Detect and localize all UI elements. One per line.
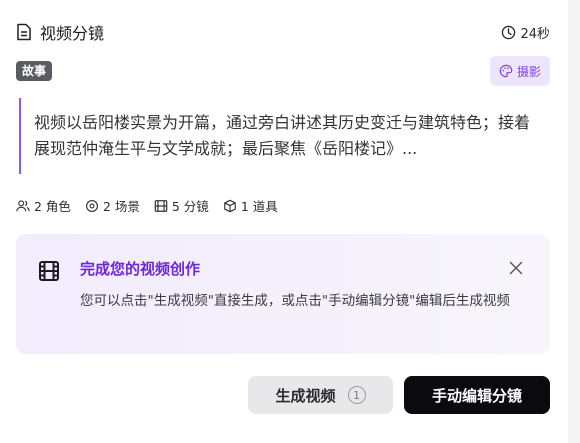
tag-row: 故事 摄影 (16, 56, 550, 86)
completion-notice: 完成您的视频创作 您可以点击"生成视频"直接生成，或点击"手动编辑分镜"编辑后生… (16, 234, 550, 354)
card-header: 视频分镜 24秒 (16, 20, 550, 44)
summary-text: 视频以岳阳楼实景为开篇，通过旁白讲述其历史变迁与建筑特色；接着展现范仲淹生平与文… (34, 113, 531, 158)
document-icon (16, 23, 32, 41)
close-icon[interactable] (508, 260, 524, 276)
film-icon (38, 260, 60, 282)
palette-icon (499, 64, 513, 78)
duration-label: 24秒 (501, 23, 550, 42)
style-tag-label: 摄影 (516, 64, 541, 79)
stat-props: 1 道具 (223, 196, 278, 215)
stat-scenes-label: 2 场景 (102, 199, 140, 214)
stats-row: 2 角色 2 场景 5 分镜 1 道具 (16, 196, 292, 215)
manual-edit-button[interactable]: 手动编辑分镜 (404, 376, 550, 414)
category-tag: 故事 (16, 61, 53, 81)
people-icon (16, 199, 30, 213)
stat-scenes: 2 场景 (85, 196, 140, 215)
notice-title: 完成您的视频创作 (80, 260, 201, 278)
clock-icon (501, 25, 516, 40)
stat-props-label: 1 道具 (240, 199, 278, 214)
notice-text: 您可以点击"生成视频"直接生成，或点击"手动编辑分镜"编辑后生成视频 (80, 293, 510, 309)
stat-shots-label: 5 分镜 (171, 199, 209, 214)
stat-shots: 5 分镜 (154, 196, 209, 215)
video-summary: 视频以岳阳楼实景为开篇，通过旁白讲述其历史变迁与建筑特色；接着展现范仲淹生平与文… (19, 98, 534, 174)
card-title: 视频分镜 (40, 24, 105, 43)
duration-text: 24秒 (520, 26, 550, 42)
generate-video-button[interactable]: 生成视频 1 (248, 376, 393, 414)
style-tag: 摄影 (489, 56, 550, 86)
generate-video-label: 生成视频 (275, 386, 336, 405)
storyboard-card: 视频分镜 24秒 故事 摄影 视频以岳阳楼实景为开篇，通过旁白讲述其历史变迁与建… (0, 0, 568, 443)
film-icon (154, 199, 168, 213)
generate-count-badge: 1 (347, 386, 366, 404)
stat-characters: 2 角色 (16, 196, 71, 215)
location-icon (85, 199, 99, 213)
box-icon (223, 199, 237, 213)
stat-characters-label: 2 角色 (34, 199, 71, 214)
